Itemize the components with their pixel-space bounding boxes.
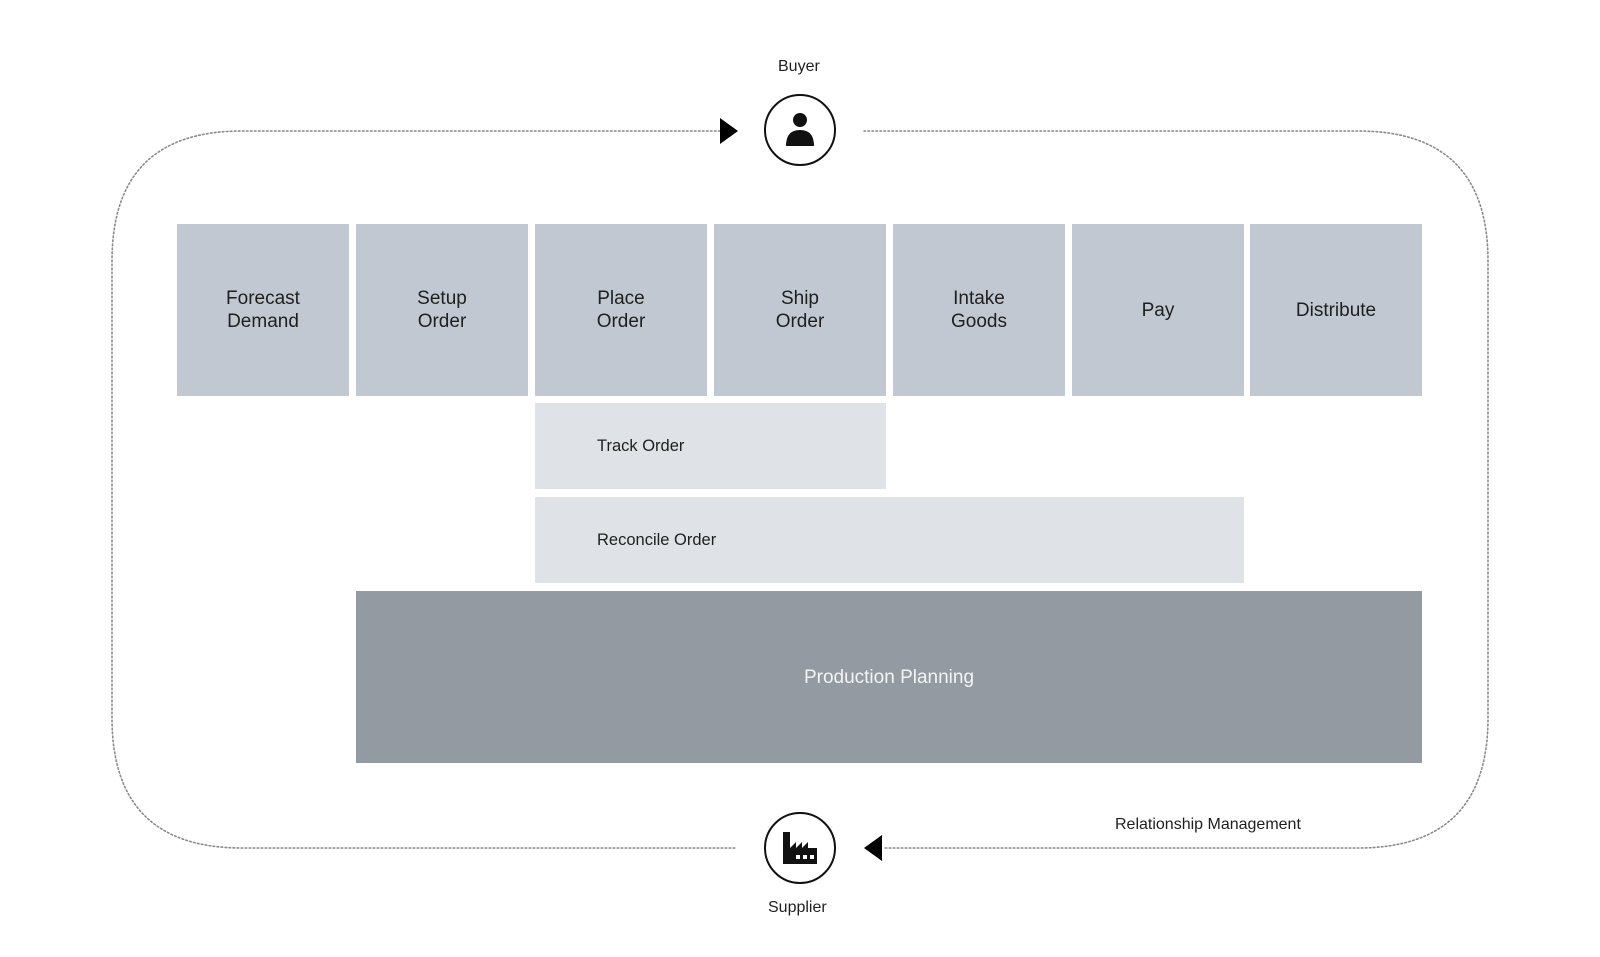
buyer-node[interactable] [764, 94, 836, 166]
relationship-management-label: Relationship Management [1115, 816, 1301, 833]
stage-ship-order[interactable]: Ship Order [714, 224, 886, 396]
stage-distribute[interactable]: Distribute [1250, 224, 1422, 396]
base-production-planning[interactable]: Production Planning [356, 591, 1422, 763]
band-track-order[interactable]: Track Order [535, 403, 886, 489]
stage-pay[interactable]: Pay [1072, 224, 1244, 396]
stage-place-order[interactable]: Place Order [535, 224, 707, 396]
factory-icon [783, 832, 817, 864]
stage-intake-goods[interactable]: Intake Goods [893, 224, 1065, 396]
arrow-to-supplier-icon [864, 835, 882, 861]
person-icon [786, 113, 814, 146]
supplier-label: Supplier [768, 899, 827, 916]
arrow-to-buyer-icon [720, 118, 738, 144]
supplier-node[interactable] [764, 812, 836, 884]
band-reconcile-order[interactable]: Reconcile Order [535, 497, 1244, 583]
stage-setup-order[interactable]: Setup Order [356, 224, 528, 396]
buyer-label: Buyer [778, 58, 820, 75]
stage-forecast-demand[interactable]: Forecast Demand [177, 224, 349, 396]
